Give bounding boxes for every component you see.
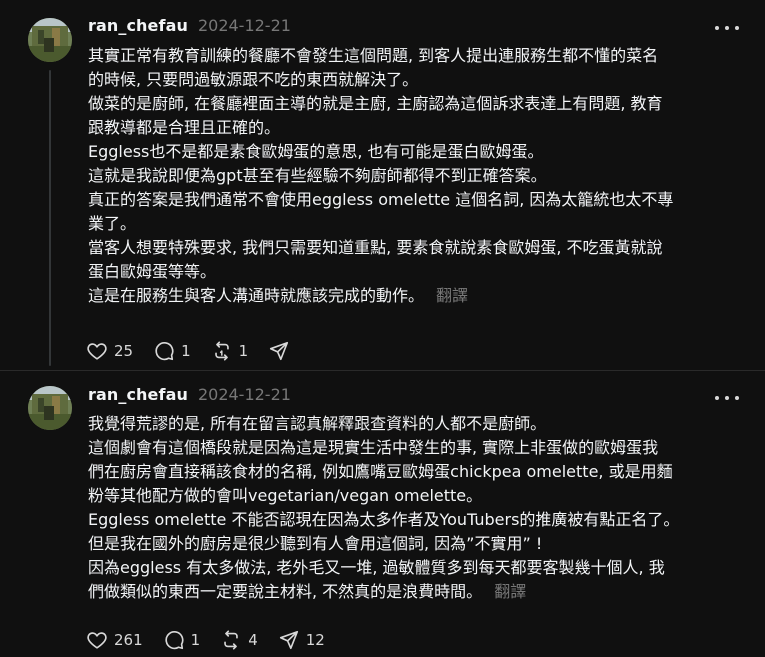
repost-count: 4: [248, 631, 258, 649]
post-text-line: 做菜的是廚師, 在餐廳裡面主導的就是主廚, 主廚認為這個訴求表達上有問題, 教育: [88, 94, 663, 113]
post-text-line: 這個劇會有這個橋段就是因為這是現實生活中發生的事, 實際上非蛋做的歐姆蛋我: [88, 438, 659, 457]
username[interactable]: ran_chefau: [88, 385, 188, 404]
thread-line: [49, 70, 51, 366]
post-text-line: 真正的答案是我們通常不會使用eggless omelette 這個名詞, 因為太…: [88, 190, 674, 209]
post-text: 其實正常有教育訓練的餐廳不會發生這個問題, 到客人提出連服務生都不懂的菜名 的時…: [88, 44, 738, 308]
thread: ran_chefau 2024-12-21 其實正常有教育訓練的餐廳不會發生這個…: [0, 0, 765, 657]
repost-button[interactable]: 1: [211, 339, 249, 363]
comment-icon: [165, 631, 184, 650]
heart-icon: [87, 343, 107, 360]
post-text-line: 這是在服務生與客人溝通時就應該完成的動作。 翻譯: [88, 284, 738, 308]
send-icon: [279, 630, 298, 650]
share-button[interactable]: 12: [278, 628, 325, 652]
translate-link[interactable]: 翻譯: [436, 286, 468, 305]
comment-icon: [155, 342, 174, 361]
post-header: ran_chefau 2024-12-21: [88, 16, 291, 40]
post-text-line: Eggless也不是都是素食歐姆蛋的意思, 也有可能是蛋白歐姆蛋。: [88, 142, 544, 161]
timestamp[interactable]: 2024-12-21: [198, 385, 291, 404]
timestamp[interactable]: 2024-12-21: [198, 16, 291, 35]
post-text-line: 們做類似的東西一定要說主材料, 不然真的是浪費時間。 翻譯: [88, 580, 738, 604]
more-options-icon[interactable]: [715, 390, 739, 406]
reply-post: ran_chefau 2024-12-21 我覺得荒謬的是, 所有在留言認真解釋…: [0, 370, 765, 657]
reply-count: 1: [190, 631, 201, 649]
post-text-line: 因為eggless 有太多做法, 老外毛又一堆, 過敏體質多到每天都要客製幾十個…: [88, 558, 665, 577]
like-count: 261: [114, 631, 143, 649]
more-options-icon[interactable]: [715, 20, 739, 36]
avatar-image: [28, 18, 72, 62]
like-button[interactable]: 25: [86, 339, 133, 363]
post-header: ran_chefau 2024-12-21: [88, 385, 291, 409]
avatar[interactable]: [28, 18, 72, 62]
repost-icon: [224, 630, 238, 650]
post-text-line: 跟教導都是合理且正確的。: [88, 118, 281, 137]
username[interactable]: ran_chefau: [88, 16, 188, 35]
post-text-line: 粉等其他配方做的會叫vegetarian/vegan omelette。: [88, 486, 483, 505]
post-text-line: Eggless omelette 不能否認現在因為太多作者及YouTubers的…: [88, 510, 680, 529]
like-count: 25: [114, 342, 134, 360]
reply-post: ran_chefau 2024-12-21 其實正常有教育訓練的餐廳不會發生這個…: [0, 0, 765, 370]
repost-button[interactable]: 4: [220, 628, 258, 652]
post-text-line-last: 這是在服務生與客人溝通時就應該完成的動作。: [88, 286, 425, 305]
avatar[interactable]: [28, 386, 72, 430]
avatar-image: [28, 386, 72, 430]
share-count: 12: [305, 631, 325, 649]
repost-count: 1: [238, 342, 249, 360]
heart-icon: [87, 632, 107, 649]
action-bar: 25 1 1: [86, 339, 316, 363]
post-text-line: 這就是我說即便為gpt甚至有些經驗不夠廚師都得不到正確答案。: [88, 166, 547, 185]
reply-button[interactable]: 1: [163, 628, 201, 652]
post-text-line-last: 們做類似的東西一定要說主材料, 不然真的是浪費時間。: [88, 582, 483, 601]
repost-icon: [214, 341, 229, 361]
action-bar: 261 1 4 12: [86, 628, 345, 652]
post-text-line: 我覺得荒謬的是, 所有在留言認真解釋跟查資料的人都不是廚師。: [88, 414, 547, 433]
post-text: 我覺得荒謬的是, 所有在留言認真解釋跟查資料的人都不是廚師。 這個劇會有這個橋段…: [88, 412, 738, 604]
post-text-line: 業了。: [88, 214, 137, 233]
send-icon: [270, 341, 289, 361]
post-text-line: 的時候, 只要問過敏源跟不吃的東西就解決了。: [88, 70, 419, 89]
reply-button[interactable]: 1: [153, 339, 191, 363]
like-button[interactable]: 261: [86, 628, 143, 652]
reply-count: 1: [181, 342, 191, 360]
post-text-line: 其實正常有教育訓練的餐廳不會發生這個問題, 到客人提出連服務生都不懂的菜名: [88, 46, 659, 65]
share-button[interactable]: [268, 339, 296, 363]
translate-link[interactable]: 翻譯: [494, 582, 526, 601]
post-text-line: 們在廚房會直接稱該食材的名稱, 例如鷹嘴豆歐姆蛋chickpea omelett…: [88, 462, 673, 481]
post-text-line: 當客人想要特殊要求, 我們只需要知道重點, 要素食就說素食歐姆蛋, 不吃蛋黃就說: [88, 238, 663, 257]
post-text-line: 但是我在國外的廚房是很少聽到有人會用這個詞, 因為”不實用” !: [88, 534, 543, 553]
post-text-line: 蛋白歐姆蛋等等。: [88, 262, 217, 281]
